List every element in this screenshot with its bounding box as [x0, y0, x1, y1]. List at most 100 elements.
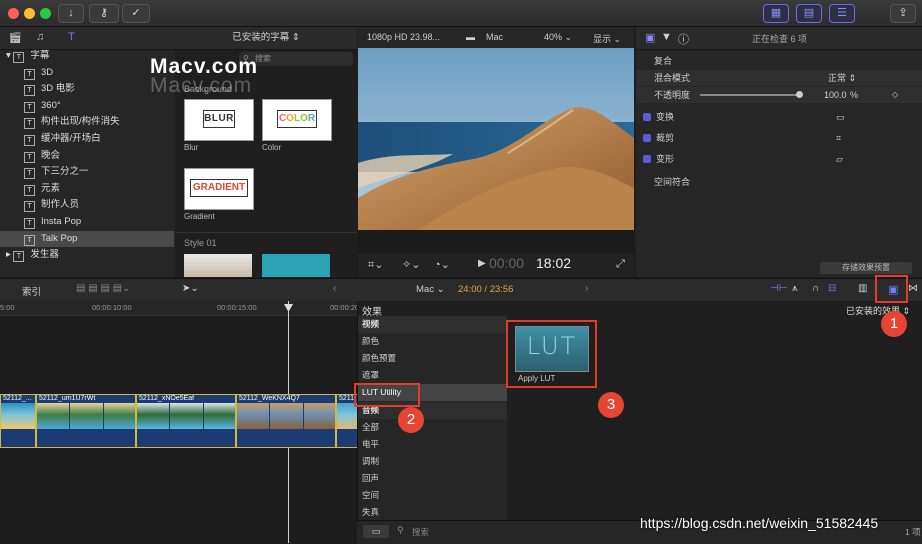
sidebar-item[interactable]: T 下三分之一: [0, 164, 174, 180]
opacity-slider-knob[interactable]: [796, 91, 803, 98]
opacity-slider[interactable]: [700, 91, 803, 98]
style01-thumbnail-b[interactable]: [262, 254, 330, 277]
sidebar-item[interactable]: T 元素: [0, 181, 174, 197]
info-icon[interactable]: ⓘ: [678, 31, 689, 47]
save-effects-preset-button[interactable]: 存储效果预置: [820, 262, 912, 274]
skimming-icon[interactable]: ⊣⊢: [770, 283, 787, 294]
keywords-button[interactable]: ⚷: [89, 4, 119, 23]
sidebar-item[interactable]: T Talk Pop: [0, 230, 174, 247]
clip-frame: [37, 403, 70, 429]
distort-row[interactable]: 变形 ▱: [636, 151, 922, 167]
browser-header[interactable]: 已安装的字幕 ⇕: [175, 27, 357, 50]
enhance-wand-icon[interactable]: ✧⌄: [402, 258, 420, 271]
fullscreen-icon[interactable]: ⤢: [616, 258, 625, 271]
crop-checkbox[interactable]: [643, 134, 651, 142]
keyframe-diamond-icon[interactable]: ◇: [892, 87, 898, 103]
background-tasks-button[interactable]: ✓: [122, 4, 150, 23]
clip-title: 5211: [339, 395, 355, 402]
sidebar-item[interactable]: T 构件出现/构件消失: [0, 114, 174, 130]
video-clip[interactable]: 52112_WeKNX4Q7: [236, 394, 336, 448]
crop-row[interactable]: 裁剪 ⌗: [636, 130, 922, 146]
clapper-icon[interactable]: 🎬︎: [8, 31, 22, 44]
display-menu[interactable]: 显示 ⌄: [593, 32, 621, 45]
format-label: 1080p HD 23.98...: [367, 32, 441, 42]
speed-gauge-icon[interactable]: ◔⌄: [434, 258, 450, 271]
spatial-conform-row[interactable]: 空间符合: [636, 174, 922, 190]
transitions-browser-icon[interactable]: ⋈: [908, 283, 918, 294]
import-button[interactable]: ↓: [58, 4, 84, 23]
video-clip[interactable]: 52112_um1U7rWt: [36, 394, 136, 448]
transform-tool-icon[interactable]: ⌗⌄: [368, 258, 383, 272]
sidebar-item-label: 360°: [41, 99, 61, 111]
blur-thumbnail[interactable]: BLUR: [184, 99, 254, 141]
forward-arrow-icon[interactable]: ›: [585, 283, 588, 294]
video-clip[interactable]: 52112_...: [0, 394, 36, 448]
index-button[interactable]: 索引: [22, 284, 41, 298]
transform-checkbox[interactable]: [643, 113, 651, 121]
minimize-window-button[interactable]: [24, 8, 35, 19]
transform-row[interactable]: 变换 ▭: [636, 109, 922, 125]
title-folder-icon: T: [24, 118, 35, 130]
effects-category-item[interactable]: 视频: [358, 316, 507, 333]
browser-grid-icon: ▦: [770, 7, 782, 19]
effects-category-item[interactable]: 颜色: [358, 333, 507, 350]
effects-category-item[interactable]: 遮罩: [358, 367, 507, 384]
sidebar-toggle-icon[interactable]: ▭: [363, 525, 389, 538]
inspector-toggle-button[interactable]: ☰: [829, 4, 855, 23]
sidebar-item[interactable]: ▾ T 字幕: [0, 48, 174, 64]
solo-headphones-icon[interactable]: ∩: [812, 283, 819, 294]
clip-frame: [70, 403, 103, 429]
sidebar-item[interactable]: T 晚会: [0, 148, 174, 164]
effects-category-item[interactable]: 失真: [358, 504, 507, 521]
timeline-toggle-button[interactable]: ▤: [796, 4, 822, 23]
sidebar-item[interactable]: T 制作人员: [0, 197, 174, 213]
effects-category-item[interactable]: 电平: [358, 436, 507, 453]
effects-category-item[interactable]: 空间: [358, 487, 507, 504]
effects-search-field[interactable]: 搜索: [412, 526, 429, 538]
clip-appearance-icon[interactable]: ▥: [858, 283, 867, 294]
disclosure-open-icon[interactable]: ▾: [6, 50, 13, 61]
distort-onscreen-icon[interactable]: ▱: [836, 151, 843, 167]
close-window-button[interactable]: [8, 8, 19, 19]
zoom-window-button[interactable]: [40, 8, 51, 19]
compositing-section[interactable]: 复合: [636, 53, 922, 69]
distort-checkbox[interactable]: [643, 155, 651, 163]
filter-icon[interactable]: ▼: [661, 31, 672, 43]
video-inspector-icon[interactable]: ▣: [645, 31, 655, 44]
blend-mode-popup[interactable]: 正常 ⇕: [828, 70, 856, 86]
audio-skimming-icon[interactable]: ⩚: [792, 283, 798, 294]
music-icon[interactable]: ♫: [36, 31, 44, 43]
effects-category-item[interactable]: 全部: [358, 419, 507, 436]
sidebar-item[interactable]: T 3D 电影: [0, 81, 174, 97]
sidebar-item[interactable]: T 缓冲器/开场白: [0, 131, 174, 147]
effects-category-item[interactable]: 调制: [358, 453, 507, 470]
video-clip[interactable]: 52112_xNOe5Eaf: [136, 394, 236, 448]
browser-toggle-button[interactable]: ▦: [763, 4, 789, 23]
crop-onscreen-icon[interactable]: ⌗: [836, 130, 841, 146]
sidebar-item[interactable]: T 360°: [0, 98, 174, 114]
clip-appearance-icons[interactable]: ▤ ▤ ▤ ▤⌄: [76, 283, 131, 294]
color-thumbnail[interactable]: COLOR: [262, 99, 332, 141]
titles-generators-icon[interactable]: T: [68, 31, 75, 43]
gradient-thumbnail[interactable]: GRADIENT: [184, 168, 254, 210]
play-icon[interactable]: ▶: [478, 258, 486, 269]
transform-onscreen-icon[interactable]: ▭: [836, 109, 845, 125]
effects-category-item[interactable]: 颜色预置: [358, 350, 507, 367]
title-folder-icon: T: [24, 151, 35, 163]
back-arrow-icon[interactable]: ‹: [333, 283, 336, 294]
effects-category-item[interactable]: 回声: [358, 470, 507, 487]
zoom-menu[interactable]: 40% ⌄: [544, 32, 572, 43]
style01-thumbnail-a[interactable]: [184, 254, 252, 277]
select-tool-icon[interactable]: ➤⌄: [182, 283, 199, 294]
titles-sidebar: 🎬︎ ♫ T ▾ T 字幕 T 3D T 3D 电影 T 360° T 构件出现/构件消失 T 缓冲器…: [0, 27, 175, 277]
title-folder-icon: T: [24, 168, 35, 180]
sidebar-item[interactable]: ▸ T 发生器: [0, 247, 174, 263]
opacity-value[interactable]: 100.0: [824, 87, 847, 103]
snapping-icon[interactable]: ⊟: [828, 283, 836, 294]
project-menu[interactable]: Mac ⌄: [416, 284, 445, 295]
sidebar-item-label: 缓冲器/开场白: [41, 133, 101, 144]
sidebar-item[interactable]: T 3D: [0, 65, 174, 81]
sidebar-item[interactable]: T Insta Pop: [0, 214, 174, 230]
share-button[interactable]: ⇪: [890, 4, 916, 23]
disclosure-closed-icon[interactable]: ▸: [6, 249, 13, 260]
